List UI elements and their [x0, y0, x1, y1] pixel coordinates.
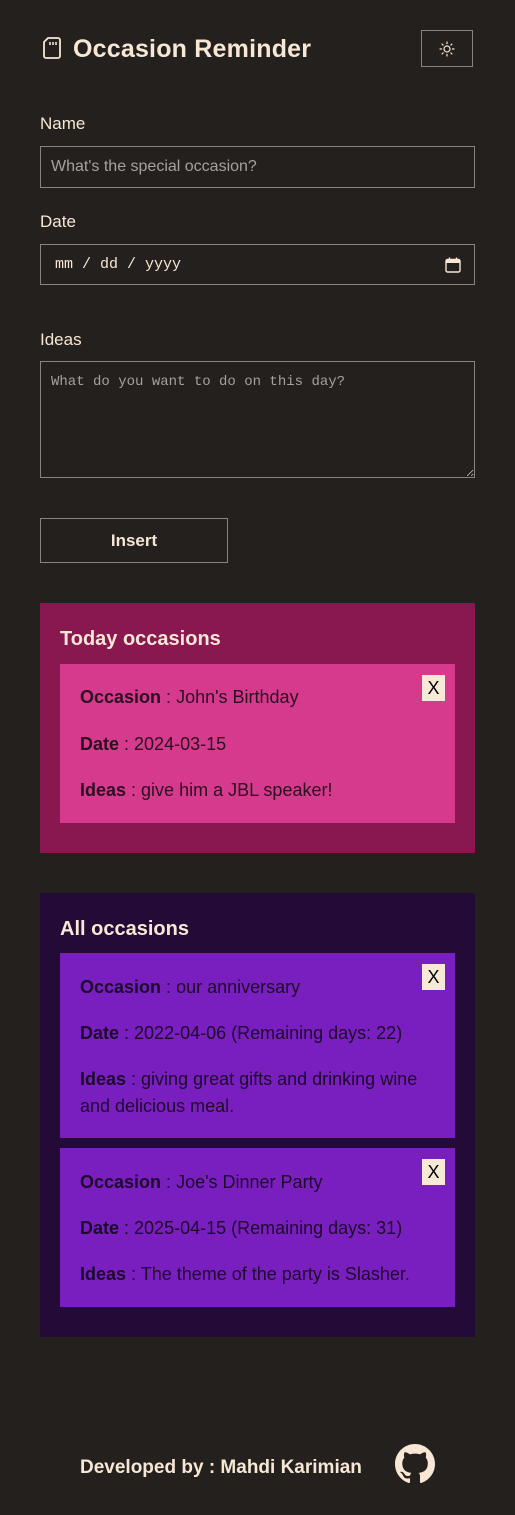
date-field-label: Date — [80, 734, 120, 754]
ideas-field-label: Ideas — [80, 1264, 127, 1284]
app-title: Occasion Reminder — [73, 35, 312, 63]
occasion-field-label: Occasion — [80, 977, 162, 997]
occasion-row: Occasion : John's Birthday — [80, 687, 299, 707]
sun-icon — [439, 40, 455, 57]
ideas-field-label: Ideas — [80, 780, 127, 800]
ideas-field-label: Ideas — [80, 1069, 127, 1089]
occasion-value: John's Birthday — [176, 687, 299, 707]
date-value: 2024-03-15 — [134, 734, 227, 754]
delete-occasion-button[interactable]: X — [422, 964, 445, 990]
footer: Developed by : Mahdi Karimian — [80, 1444, 440, 1484]
date-value: 2025-04-15 (Remaining days: 31) — [134, 1218, 403, 1238]
date-field-label: Date — [80, 1023, 120, 1043]
footer-credit: Developed by : Mahdi Karimian — [80, 1457, 362, 1478]
occasion-card: Occasion : John's Birthday Date : 2024-0… — [60, 664, 455, 823]
name-label: Name — [40, 114, 86, 133]
date-row: Date : 2025-04-15 (Remaining days: 31) — [80, 1218, 403, 1238]
sd-card-icon — [43, 37, 61, 59]
ideas-value: give him a JBL speaker! — [141, 780, 333, 800]
occasion-row: Occasion : Joe's Dinner Party — [80, 1172, 323, 1192]
ideas-row: Ideas : giving great gifts and drinking … — [80, 1069, 418, 1116]
ideas-row: Ideas : give him a JBL speaker! — [80, 780, 333, 800]
delete-occasion-button[interactable]: X — [422, 675, 445, 701]
insert-button[interactable]: Insert — [40, 518, 228, 563]
occasion-name-input[interactable] — [40, 146, 475, 188]
occasion-row: Occasion : our anniversary — [80, 977, 301, 997]
today-occasions-section: Today occasions Occasion : John's Birthd… — [40, 603, 475, 853]
occasion-card: Occasion : our anniversary Date : 2022-0… — [60, 953, 455, 1138]
date-input[interactable]: mm / dd / yyyy — [40, 244, 475, 285]
ideas-textarea[interactable] — [40, 361, 475, 478]
occasion-value: our anniversary — [176, 977, 301, 997]
theme-toggle-button[interactable] — [421, 30, 473, 67]
calendar-icon[interactable] — [444, 256, 462, 274]
github-icon[interactable] — [395, 1444, 435, 1484]
ideas-row: Ideas : The theme of the party is Slashe… — [80, 1264, 410, 1284]
date-row: Date : 2022-04-06 (Remaining days: 22) — [80, 1023, 403, 1043]
app-header: Occasion Reminder — [40, 30, 475, 70]
today-occasions-title: Today occasions — [60, 628, 221, 650]
date-row: Date : 2024-03-15 — [80, 734, 227, 754]
ideas-value: giving great gifts and drinking wine and… — [80, 1069, 418, 1116]
occasion-value: Joe's Dinner Party — [176, 1172, 323, 1192]
occasion-field-label: Occasion — [80, 687, 162, 707]
delete-occasion-button[interactable]: X — [422, 1159, 445, 1185]
ideas-label: Ideas — [40, 330, 82, 349]
occasion-field-label: Occasion — [80, 1172, 162, 1192]
all-occasions-section: All occasions Occasion : our anniversary… — [40, 893, 475, 1337]
date-value: 2022-04-06 (Remaining days: 22) — [134, 1023, 403, 1043]
ideas-value: The theme of the party is Slasher. — [140, 1264, 410, 1284]
date-input-placeholder: mm / dd / yyyy — [55, 256, 182, 273]
occasion-card: Occasion : Joe's Dinner Party Date : 202… — [60, 1148, 455, 1307]
all-occasions-title: All occasions — [60, 918, 189, 940]
date-field-label: Date — [80, 1218, 120, 1238]
date-label: Date — [40, 212, 76, 231]
